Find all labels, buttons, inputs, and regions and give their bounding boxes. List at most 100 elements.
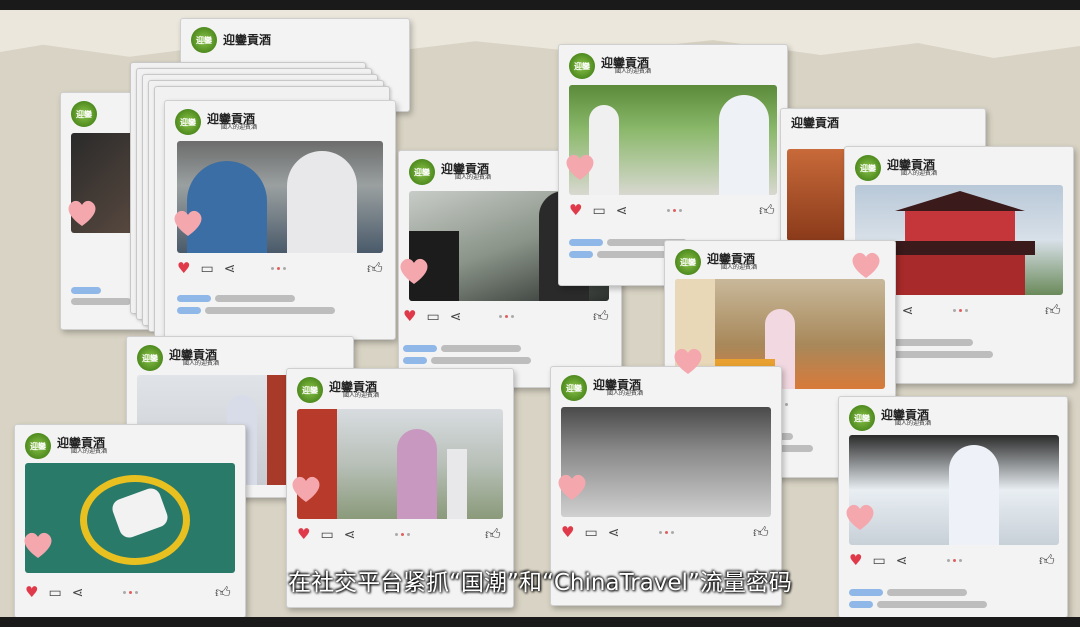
like-bubble-icon [64, 198, 100, 228]
logo-icon: 迎鑾 [71, 101, 97, 127]
comment-icon[interactable]: ▭ [426, 310, 439, 324]
thumbs-up-icon[interactable]: 👍︎ [367, 261, 383, 276]
post-header: 迎鑾 迎鑾貢酒 國人的迎賓酒 [297, 377, 379, 403]
like-bubble-icon [554, 472, 590, 502]
like-bubble-icon [288, 474, 324, 504]
comment-icon[interactable]: ▭ [584, 526, 597, 540]
share-icon[interactable]: ⋖ [450, 310, 462, 324]
carousel-dots [947, 559, 962, 562]
post-header: 迎鑾 迎鑾貢酒 [191, 27, 271, 53]
text-placeholder [893, 339, 973, 346]
post-header: 迎鑾 迎鑾貢酒 國人的迎賓酒 [849, 405, 931, 431]
text-placeholder [431, 357, 531, 364]
post-header: 迎鑾 迎鑾貢酒 國人的迎賓酒 [561, 375, 643, 401]
thumbs-up-icon[interactable]: 👍︎ [1045, 303, 1061, 318]
logo-icon: 迎鑾 [297, 377, 323, 403]
thumbs-up-icon[interactable]: 👍︎ [753, 525, 769, 540]
text-placeholder [177, 295, 211, 302]
post-header: 迎鑾 迎鑾貢酒 國人的迎賓酒 [175, 109, 257, 135]
text-placeholder [215, 295, 295, 302]
post-header: 迎鑾 迎鑾貢酒 國人的迎賓酒 [409, 159, 491, 185]
share-icon[interactable]: ⋖ [224, 262, 236, 276]
thumbs-up-icon[interactable]: 👍︎ [759, 203, 775, 218]
logo-icon: 迎鑾 [569, 53, 595, 79]
post-photo [849, 435, 1059, 545]
carousel-dots [499, 315, 514, 318]
paper-background [0, 10, 1080, 58]
post-actions: ♥ ▭ ⋖ [561, 525, 619, 540]
logo-icon: 迎鑾 [561, 375, 587, 401]
carousel-dots [667, 209, 682, 212]
text-placeholder [883, 351, 993, 358]
brand-name: 迎鑾貢酒 [791, 116, 840, 130]
post-header: 迎鑾 迎鑾貢酒 國人的迎賓酒 [25, 433, 107, 459]
brand-tagline: 國人的迎賓酒 [721, 264, 758, 272]
brand-name: 迎鑾貢酒 [223, 32, 272, 47]
thumbs-up-icon[interactable]: 👍︎ [593, 309, 609, 324]
text-placeholder [877, 601, 987, 608]
share-icon[interactable]: ⋖ [902, 304, 914, 318]
brand-tagline: 國人的迎賓酒 [895, 420, 932, 428]
logo-icon: 迎鑾 [855, 155, 881, 181]
logo-icon: 迎鑾 [849, 405, 875, 431]
post-actions: ♥ ▭ ⋖ [569, 203, 627, 218]
logo-icon: 迎鑾 [175, 109, 201, 135]
post-photo [25, 463, 235, 573]
logo-icon: 迎鑾 [25, 433, 51, 459]
post-header: 迎鑾 迎鑾貢酒 國人的迎賓酒 [675, 249, 757, 275]
post-actions: ♥ ▭ ⋖ [297, 527, 355, 542]
brand-tagline: 國人的迎賓酒 [607, 390, 644, 398]
thumbs-up-icon[interactable]: 👍︎ [485, 527, 501, 542]
post-header: 迎鑾 迎鑾貢酒 國人的迎賓酒 [137, 345, 219, 371]
brand-tagline: 國人的迎賓酒 [71, 448, 108, 456]
heart-icon[interactable]: ♥ [297, 527, 310, 542]
post-header: 迎鑾 [71, 101, 97, 127]
brand-tagline: 國人的迎賓酒 [455, 174, 492, 182]
like-bubble-icon [20, 530, 56, 560]
post-photo [569, 85, 777, 195]
like-bubble-icon [842, 502, 878, 532]
carousel-dots [659, 531, 674, 534]
like-bubble-icon [562, 152, 598, 182]
post-photo [561, 407, 771, 517]
heart-icon[interactable]: ♥ [561, 525, 574, 540]
share-icon[interactable]: ⋖ [344, 528, 356, 542]
like-bubble-icon [170, 208, 206, 238]
text-placeholder [205, 307, 335, 314]
like-bubble-icon [396, 256, 432, 286]
post-photo [177, 141, 383, 253]
share-icon[interactable]: ⋖ [616, 204, 628, 218]
brand-tagline: 國人的迎賓酒 [615, 68, 652, 76]
letterbox-bottom [0, 617, 1080, 627]
text-placeholder [403, 345, 437, 352]
brand-tagline: 國人的迎賓酒 [901, 170, 938, 178]
text-placeholder [849, 601, 873, 608]
text-placeholder [441, 345, 521, 352]
like-bubble-icon [670, 346, 706, 376]
brand-tagline: 國人的迎賓酒 [343, 392, 380, 400]
post-header: 迎鑾 迎鑾貢酒 國人的迎賓酒 [855, 155, 937, 181]
comment-icon[interactable]: ▭ [200, 262, 213, 276]
carousel-dots [271, 267, 286, 270]
logo-icon: 迎鑾 [675, 249, 701, 275]
post-actions: ♥ ▭ ⋖ [403, 309, 461, 324]
brand-tagline: 國人的迎賓酒 [183, 360, 220, 368]
logo-icon: 迎鑾 [191, 27, 217, 53]
heart-icon[interactable]: ♥ [569, 203, 582, 218]
heart-icon[interactable]: ♥ [403, 309, 416, 324]
share-icon[interactable]: ⋖ [608, 526, 620, 540]
logo-icon: 迎鑾 [409, 159, 435, 185]
comment-icon[interactable]: ▭ [320, 528, 333, 542]
video-subtitle: 在社交平台紧抓“国潮”和“ChinaTravel”流量密码 [288, 570, 792, 596]
text-placeholder [71, 298, 131, 305]
like-bubble-icon [848, 250, 884, 280]
carousel-dots [953, 309, 968, 312]
comment-icon[interactable]: ▭ [592, 204, 605, 218]
text-placeholder [569, 239, 603, 246]
post-actions: ♥ ▭ ⋖ [177, 261, 235, 276]
post-header: 迎鑾貢酒 [791, 117, 839, 130]
post-photo [297, 409, 503, 519]
post-header: 迎鑾 迎鑾貢酒 國人的迎賓酒 [569, 53, 651, 79]
text-placeholder [177, 307, 201, 314]
heart-icon[interactable]: ♥ [177, 261, 190, 276]
